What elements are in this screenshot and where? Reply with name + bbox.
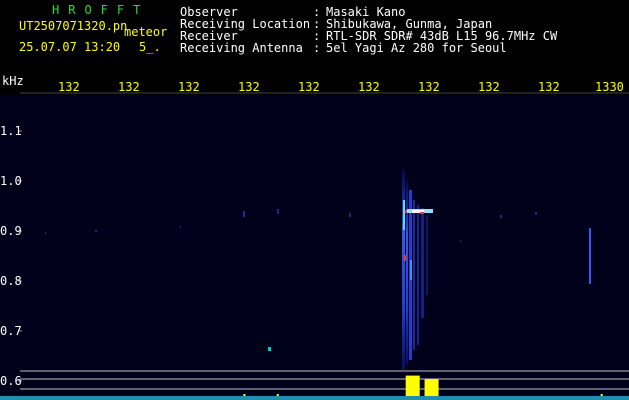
x-tick-label: 132	[358, 80, 380, 94]
level-bar	[424, 379, 439, 396]
x-tick-label: 132	[478, 80, 500, 94]
y-tick-label: 0.9	[0, 224, 22, 238]
x-tick-label: 132	[418, 80, 440, 94]
spectrogram-canvas	[0, 92, 629, 400]
level-bar	[276, 394, 279, 396]
info-colon-antenna: :	[313, 41, 321, 55]
y-tick-label: 0.8	[0, 274, 22, 288]
level-baseline	[0, 396, 629, 400]
file-name: UT2507071320.pn	[19, 19, 128, 33]
x-tick-label: 132	[538, 80, 560, 94]
level-bar	[600, 394, 603, 396]
level-bar	[405, 375, 420, 396]
x-tick-label: 132	[58, 80, 80, 94]
y-tick-label: 1.0	[0, 174, 22, 188]
mode-label: meteor	[124, 25, 168, 39]
datetime: 25.07.07 13:20	[19, 40, 121, 54]
x-tick-label: 132	[238, 80, 260, 94]
info-label-antenna: Receiving Antenna	[180, 41, 303, 55]
plot-area	[0, 95, 629, 400]
timer-readout: 5_.	[139, 40, 161, 54]
x-tick-label: 132	[118, 80, 140, 94]
x-tick-label: 1330	[595, 80, 624, 94]
info-value-antenna: 5el Yagi Az 280 for Seoul	[326, 41, 507, 55]
level-bar	[243, 394, 246, 396]
x-tick-label: 132	[298, 80, 320, 94]
y-tick-label: 0.6	[0, 374, 22, 388]
y-tick-label: 1.1	[0, 124, 22, 138]
y-tick-label: 0.7	[0, 324, 22, 338]
x-tick-label: 132	[178, 80, 200, 94]
x-unit-label: kHz	[2, 74, 24, 88]
app-title: HROFFT	[52, 3, 150, 17]
